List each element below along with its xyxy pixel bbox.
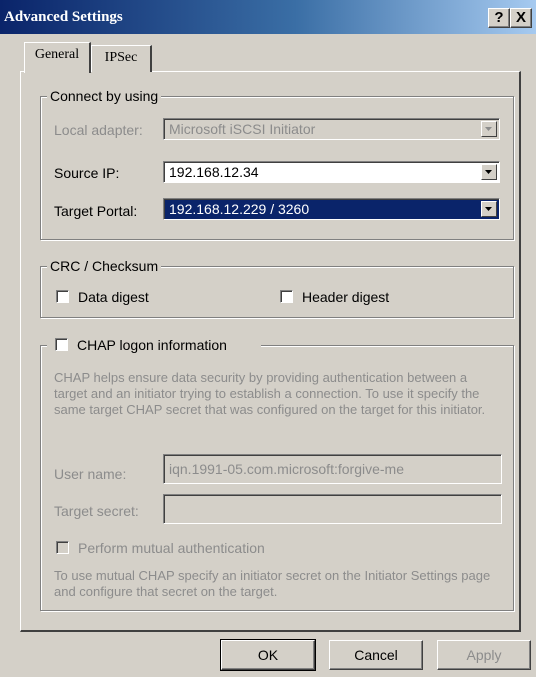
source-ip-value: 192.168.12.34 [169,164,259,180]
help-button[interactable]: ? [488,8,510,28]
crc-legend: CRC / Checksum [47,258,162,274]
chap-checkbox[interactable] [55,338,68,351]
mutual-auth-checkbox[interactable] [56,541,69,554]
header-digest-label[interactable]: Header digest [302,289,389,305]
dropdown-button[interactable] [481,121,497,137]
chap-legend-label[interactable]: CHAP logon information [77,337,227,353]
apply-button[interactable]: Apply [437,640,531,670]
header-digest-checkbox[interactable] [280,290,293,303]
tab-general[interactable]: General [24,42,91,73]
target-secret-field[interactable] [163,494,502,524]
local-adapter-label: Local adapter: [54,122,143,138]
close-icon: X [515,9,526,26]
target-portal-label: Target Portal: [54,203,138,219]
close-button[interactable]: X [510,8,532,28]
target-portal-combo[interactable]: 192.168.12.229 / 3260 [163,198,500,220]
local-adapter-combo[interactable]: Microsoft iSCSI Initiator [163,118,500,140]
cancel-button-label: Cancel [354,647,398,663]
mutual-note: To use mutual CHAP specify an initiator … [54,568,491,599]
window-title: Advanced Settings [4,9,123,25]
chevron-down-icon [485,127,492,131]
tab-ipsec[interactable]: IPSec [91,45,152,72]
title-bar[interactable]: Advanced Settings ? X [0,0,536,34]
help-icon: ? [494,9,504,26]
user-name-value: iqn.1991-05.com.microsoft:forgive-me [169,461,404,477]
mutual-auth-label[interactable]: Perform mutual authentication [78,540,265,556]
chap-description: CHAP helps ensure data security by provi… [54,370,486,417]
target-portal-value: 192.168.12.229 / 3260 [169,201,310,217]
tab-ipsec-label: IPSec [104,50,138,65]
chap-legend: CHAP logon information [47,336,261,354]
connect-legend: Connect by using [47,88,162,104]
apply-button-label: Apply [466,647,502,663]
data-digest-label[interactable]: Data digest [78,289,149,305]
chevron-down-icon [485,170,492,174]
source-ip-label: Source IP: [54,165,120,181]
dropdown-button[interactable] [481,201,497,217]
cancel-button[interactable]: Cancel [329,640,423,670]
data-digest-checkbox[interactable] [56,290,69,303]
dropdown-button[interactable] [481,164,497,180]
target-secret-label: Target secret: [54,503,139,519]
user-name-field[interactable]: iqn.1991-05.com.microsoft:forgive-me [163,454,502,484]
ok-button[interactable]: OK [220,639,316,671]
user-name-label: User name: [54,466,127,482]
local-adapter-value: Microsoft iSCSI Initiator [169,121,316,137]
ok-button-label: OK [257,647,279,663]
tab-general-label: General [34,47,80,62]
chevron-down-icon [485,207,492,211]
source-ip-combo[interactable]: 192.168.12.34 [163,161,500,183]
